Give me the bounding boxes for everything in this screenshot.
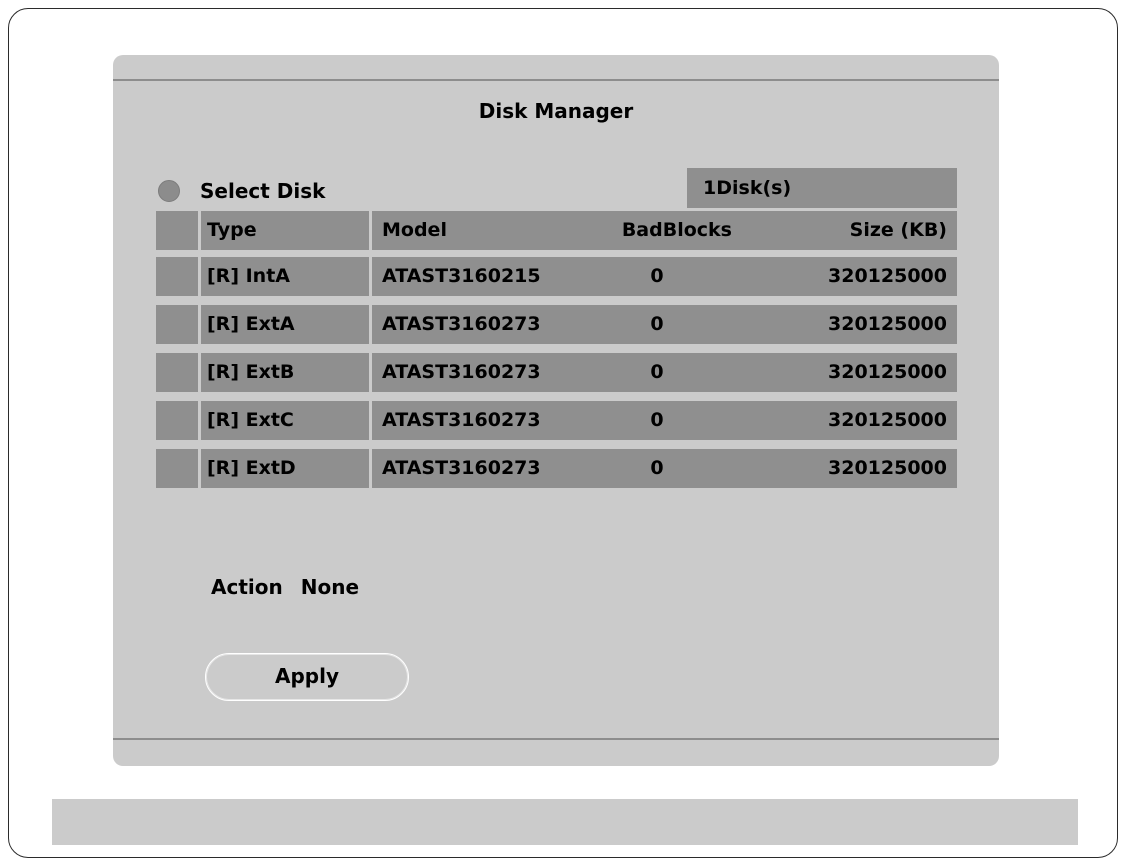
row-details: ATAST3160273 0 320125000 [372, 353, 957, 392]
row-model: ATAST3160273 [382, 361, 541, 383]
bottom-divider [113, 738, 999, 740]
row-select-cell[interactable] [156, 257, 198, 296]
row-badblocks: 0 [650, 265, 664, 287]
row-details: ATAST3160273 0 320125000 [372, 401, 957, 440]
apply-button[interactable]: Apply [205, 653, 409, 701]
header-size: Size (KB) [849, 219, 947, 241]
row-type: [R] ExtC [201, 401, 369, 440]
row-select-cell[interactable] [156, 401, 198, 440]
disk-count-field: 1Disk(s) [687, 168, 957, 208]
header-badblocks: BadBlocks [621, 219, 732, 241]
radio-dot-icon[interactable] [158, 180, 180, 202]
row-size: 320125000 [828, 409, 947, 431]
row-badblocks: 0 [650, 409, 664, 431]
select-disk-row[interactable]: Select Disk [158, 171, 325, 211]
row-details: ATAST3160215 0 320125000 [372, 257, 957, 296]
row-type: [R] ExtD [201, 449, 369, 488]
action-value[interactable]: None [301, 575, 359, 599]
action-label: Action [211, 575, 283, 599]
action-row[interactable]: Action None [211, 575, 359, 599]
row-size: 320125000 [828, 361, 947, 383]
table-row[interactable]: [R] IntA ATAST3160215 0 320125000 [156, 257, 957, 296]
header-model-group: Model BadBlocks Size (KB) [372, 211, 957, 250]
top-divider [113, 79, 999, 81]
row-type: [R] ExtA [201, 305, 369, 344]
header-type: Type [201, 211, 369, 250]
dialog-title: Disk Manager [478, 99, 634, 123]
row-model: ATAST3160273 [382, 313, 541, 335]
row-size: 320125000 [828, 265, 947, 287]
table-row[interactable]: [R] ExtD ATAST3160273 0 320125000 [156, 449, 957, 488]
table-row[interactable]: [R] ExtC ATAST3160273 0 320125000 [156, 401, 957, 440]
header-model: Model [382, 219, 447, 241]
row-select-cell[interactable] [156, 449, 198, 488]
table-row[interactable]: [R] ExtB ATAST3160273 0 320125000 [156, 353, 957, 392]
row-badblocks: 0 [650, 361, 664, 383]
row-model: ATAST3160273 [382, 409, 541, 431]
row-select-cell[interactable] [156, 305, 198, 344]
row-model: ATAST3160215 [382, 265, 541, 287]
screen-frame: Disk Manager Select Disk 1Disk(s) Type M… [8, 8, 1118, 858]
disk-manager-dialog: Disk Manager Select Disk 1Disk(s) Type M… [113, 55, 999, 766]
status-bar [52, 799, 1078, 845]
row-model: ATAST3160273 [382, 457, 541, 479]
row-type: [R] IntA [201, 257, 369, 296]
disk-table: Type Model BadBlocks Size (KB) [R] IntA … [156, 211, 957, 497]
row-select-cell[interactable] [156, 353, 198, 392]
row-type: [R] ExtB [201, 353, 369, 392]
row-badblocks: 0 [650, 313, 664, 335]
row-details: ATAST3160273 0 320125000 [372, 305, 957, 344]
header-select-cell [156, 211, 198, 250]
select-disk-label: Select Disk [200, 179, 326, 203]
row-details: ATAST3160273 0 320125000 [372, 449, 957, 488]
row-size: 320125000 [828, 457, 947, 479]
table-row[interactable]: [R] ExtA ATAST3160273 0 320125000 [156, 305, 957, 344]
row-size: 320125000 [828, 313, 947, 335]
row-badblocks: 0 [650, 457, 664, 479]
table-header-row: Type Model BadBlocks Size (KB) [156, 211, 957, 250]
